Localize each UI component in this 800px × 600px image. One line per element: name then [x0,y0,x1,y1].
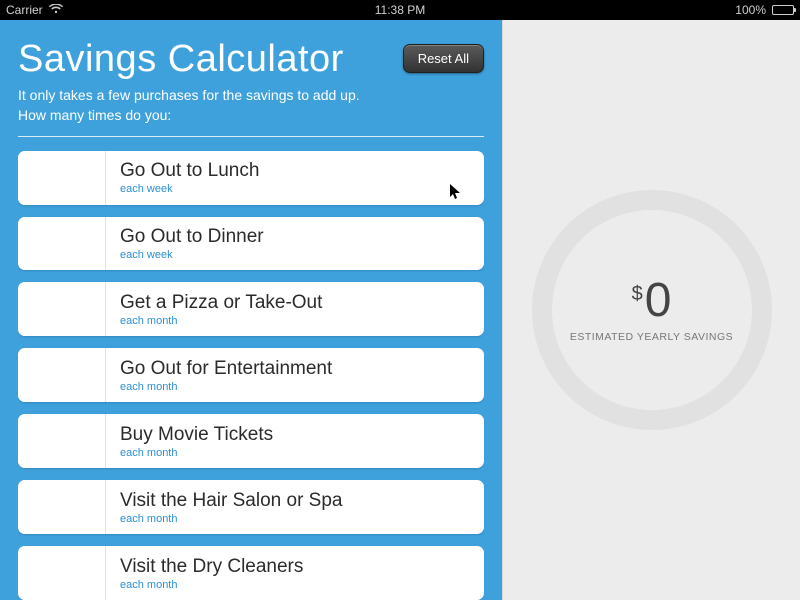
subtitle-line-2: How many times do you: [18,107,171,123]
activity-row: Go Out for Entertainmenteach month [18,348,484,402]
carrier-label: Carrier [6,3,43,17]
savings-label: ESTIMATED YEARLY SAVINGS [570,331,733,343]
activity-text: Go Out to Dinnereach week [106,217,278,271]
activity-row: Go Out to Dinnereach week [18,217,484,271]
divider [18,136,484,137]
status-bar: Carrier 11:38 PM 100% [0,0,800,20]
battery-icon [772,5,794,15]
activity-list: Go Out to Luncheach weekGo Out to Dinner… [18,151,484,600]
activity-row: Get a Pizza or Take-Outeach month [18,282,484,336]
subtitle-line-1: It only takes a few purchases for the sa… [18,87,360,103]
activity-row: Buy Movie Ticketseach month [18,414,484,468]
activity-row: Go Out to Luncheach week [18,151,484,205]
activity-frequency: each month [120,381,332,393]
activity-label: Visit the Dry Cleaners [120,556,303,578]
activity-frequency: each week [120,249,264,261]
activity-label: Visit the Hair Salon or Spa [120,490,343,512]
activity-count-input[interactable] [18,151,106,205]
subtitle: It only takes a few purchases for the sa… [18,85,484,126]
activity-text: Visit the Dry Cleanerseach month [106,546,317,600]
activity-text: Go Out to Luncheach week [106,151,273,205]
activity-label: Go Out for Entertainment [120,358,332,380]
activity-label: Buy Movie Tickets [120,424,273,446]
currency-symbol: $ [632,283,643,306]
activity-frequency: each month [120,315,322,327]
activity-frequency: each month [120,579,303,591]
activity-text: Buy Movie Ticketseach month [106,414,287,468]
savings-amount: 0 [645,277,672,325]
activity-text: Visit the Hair Salon or Spaeach month [106,480,357,534]
reset-all-button[interactable]: Reset All [403,44,484,73]
savings-panel: $ 0 ESTIMATED YEARLY SAVINGS [502,20,800,600]
activity-count-input[interactable] [18,480,106,534]
page-title: Savings Calculator [18,38,344,81]
activity-frequency: each month [120,513,343,525]
app-window: Savings Calculator Reset All It only tak… [0,20,800,600]
activity-label: Go Out to Dinner [120,226,264,248]
activity-text: Get a Pizza or Take-Outeach month [106,282,336,336]
activity-row: Visit the Hair Salon or Spaeach month [18,480,484,534]
clock: 11:38 PM [0,3,800,17]
activity-label: Go Out to Lunch [120,160,259,182]
activity-text: Go Out for Entertainmenteach month [106,348,346,402]
activity-count-input[interactable] [18,414,106,468]
activity-count-input[interactable] [18,546,106,600]
wifi-icon [49,3,63,17]
activity-label: Get a Pizza or Take-Out [120,292,322,314]
savings-gauge: $ 0 ESTIMATED YEARLY SAVINGS [532,190,772,430]
activity-frequency: each week [120,183,259,195]
battery-percent: 100% [735,3,766,17]
activity-row: Visit the Dry Cleanerseach month [18,546,484,600]
activity-count-input[interactable] [18,282,106,336]
activity-count-input[interactable] [18,348,106,402]
activity-count-input[interactable] [18,217,106,271]
activity-frequency: each month [120,447,273,459]
calculator-panel: Savings Calculator Reset All It only tak… [0,20,502,600]
